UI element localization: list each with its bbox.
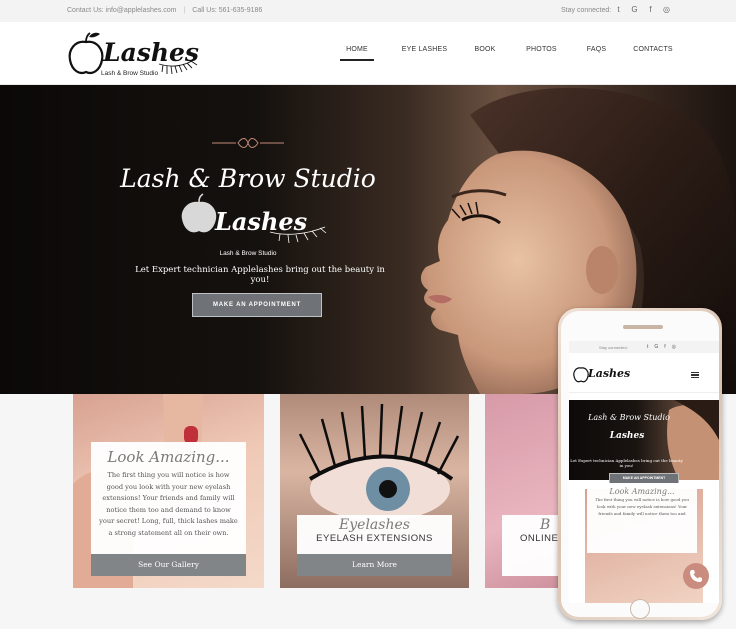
hero-tagline: Let Expert technician Applelashes bring …	[135, 265, 385, 285]
phone-icon	[690, 570, 702, 582]
make-appointment-button[interactable]: MAKE AN APPOINTMENT	[192, 293, 322, 317]
logo-wordmark: Lashes	[102, 38, 199, 67]
nav-eye-lashes[interactable]: EYE LASHES	[397, 44, 452, 61]
card-script-title: Eyelashes	[339, 517, 410, 533]
mobile-card-script: Look Amazing...	[609, 487, 675, 496]
mobile-top-bar: Stay connected: t G f ◎	[569, 341, 719, 353]
nav-faqs[interactable]: FAQS	[581, 44, 612, 61]
call-button[interactable]	[683, 563, 709, 589]
logo-subtitle: Lash & Brow Studio	[101, 70, 158, 77]
card-panel: Eyelashes EYELASH EXTENSIONS Learn More	[297, 515, 452, 576]
mobile-script-title: Lash & Brow Studio	[587, 413, 670, 422]
mobile-tagline: Let Expert technician Applelashes bring …	[570, 458, 683, 468]
hero-logo-subtitle: Lash & Brow Studio	[219, 250, 276, 257]
contact-info: Contact Us: info@applelashes.com | Call Us…	[67, 7, 262, 14]
see-gallery-button[interactable]: See Our Gallery	[91, 554, 246, 576]
instagram-icon[interactable]: ◎	[662, 5, 671, 15]
card-look-amazing: Look Amazing... The first thing you will…	[73, 394, 264, 588]
hero-logo: Lashes Lash & Brow Studio	[181, 193, 327, 257]
contact-email[interactable]: Contact Us: info@applelashes.com	[67, 7, 176, 14]
hero-logo-wordmark: Lashes	[214, 207, 308, 236]
mobile-stay-connected: Stay connected:	[599, 345, 628, 350]
nav-photos[interactable]: PHOTOS	[521, 44, 562, 61]
social-links: t G f ◎	[614, 5, 671, 15]
phone-speaker	[623, 325, 663, 329]
hero-script-title: Lash & Brow Studio	[119, 164, 376, 193]
card-subtitle: EYELASH EXTENSIONS	[316, 533, 433, 544]
twitter-icon[interactable]: t	[614, 5, 623, 15]
instagram-icon[interactable]: ◎	[672, 344, 676, 350]
mobile-logo[interactable]: Lashes	[572, 362, 632, 386]
apple-icon	[68, 32, 104, 75]
card-panel: Look Amazing... The first thing you will…	[91, 442, 246, 576]
mobile-hero-art: Lash & Brow Studio Lashes	[587, 400, 719, 480]
stay-connected-label: Stay connected:	[561, 7, 612, 14]
hamburger-menu-icon[interactable]	[691, 372, 699, 378]
contact-phone[interactable]: Call Us: 561-635-9186	[192, 7, 262, 14]
mobile-hero-wordmark: Lashes	[609, 431, 645, 441]
phone-home-button	[630, 599, 650, 619]
card-script-title: Look Amazing...	[107, 448, 230, 466]
ornament-divider	[212, 138, 284, 148]
site-logo[interactable]: Lashes Lash & Brow Studio	[67, 28, 202, 83]
nav-home[interactable]: HOME	[340, 44, 374, 61]
card-eyelash-extensions: Eyelashes EYELASH EXTENSIONS Learn More	[280, 394, 469, 588]
learn-more-button[interactable]: Learn More	[297, 554, 452, 576]
divider: |	[183, 7, 186, 14]
main-nav: HOME EYE LASHES BOOK PHOTOS FAQS CONTACT…	[340, 44, 678, 61]
mobile-card-text: The first thing you will notice is how g…	[595, 497, 689, 516]
mobile-hero: Lash & Brow Studio Lashes Let Expert tec…	[569, 400, 719, 484]
site-header: Lashes Lash & Brow Studio HOME EYE LASHE…	[0, 22, 736, 85]
nav-contacts[interactable]: CONTACTS	[628, 44, 678, 61]
google-plus-icon[interactable]: G	[654, 344, 658, 350]
facebook-icon[interactable]: f	[664, 344, 665, 350]
top-bar: Contact Us: info@applelashes.com | Call Us…	[0, 0, 736, 22]
mobile-logo-wordmark: Lashes	[587, 367, 630, 380]
mobile-social-links: t G f ◎	[647, 344, 676, 350]
mobile-card-panel: Look Amazing... The first thing you will…	[587, 483, 697, 553]
google-plus-icon[interactable]: G	[630, 5, 639, 15]
mobile-header: Lashes	[569, 353, 719, 393]
twitter-icon[interactable]: t	[647, 344, 648, 350]
card-description: The first thing you will notice is how g…	[99, 471, 238, 537]
facebook-icon[interactable]: f	[646, 5, 655, 15]
nav-book[interactable]: BOOK	[470, 44, 500, 61]
